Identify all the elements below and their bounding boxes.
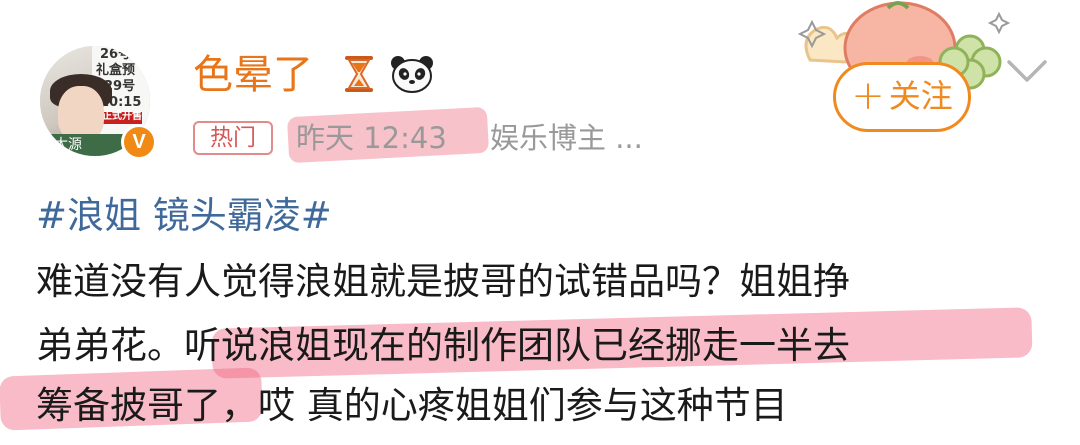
- plus-icon: +: [851, 73, 885, 119]
- panda-icon: [391, 56, 433, 93]
- post-text-segment-highlighted: 筹备披哥了: [36, 384, 221, 427]
- post-text-line: 弟弟花。听说浪姐现在的制作团队已经挪走一半去: [36, 320, 850, 372]
- verified-badge: V: [121, 124, 157, 160]
- avatar-board-text: 正式开售: [102, 111, 142, 122]
- watermark-overlay: [960, 402, 1060, 436]
- post-text-line: 难道没有人觉得浪姐就是披哥的试错品吗？姐姐挣: [36, 260, 850, 303]
- hot-tag: 热门: [193, 121, 273, 155]
- username[interactable]: 色晕了: [193, 50, 313, 100]
- post-text-segment: ，哎 真的心疼姐姐们参与这种节目: [221, 384, 788, 427]
- avatar-board-text: 26号: [100, 47, 132, 62]
- avatar-board-text: 礼盒预: [96, 63, 136, 78]
- follow-button[interactable]: + 关注: [833, 62, 971, 132]
- follow-button-label: 关注: [888, 77, 953, 115]
- chevron-down-icon[interactable]: [1005, 56, 1049, 86]
- avatar-caption: 太源: [54, 137, 82, 153]
- topic-hashtag[interactable]: #浪姐 镜头霸凌#: [36, 190, 332, 242]
- post-time: 昨天 12:43: [296, 121, 447, 155]
- post-text-segment-highlighted: 听说浪姐现在的制作团队已经挪走一半去: [184, 324, 850, 367]
- user-role: 娱乐博主 ...: [490, 121, 643, 155]
- post-text-segment: 弟弟花。: [36, 324, 184, 367]
- hourglass-icon: [345, 56, 373, 92]
- post-text-line: 筹备披哥了，哎 真的心疼姐姐们参与这种节目: [36, 380, 788, 432]
